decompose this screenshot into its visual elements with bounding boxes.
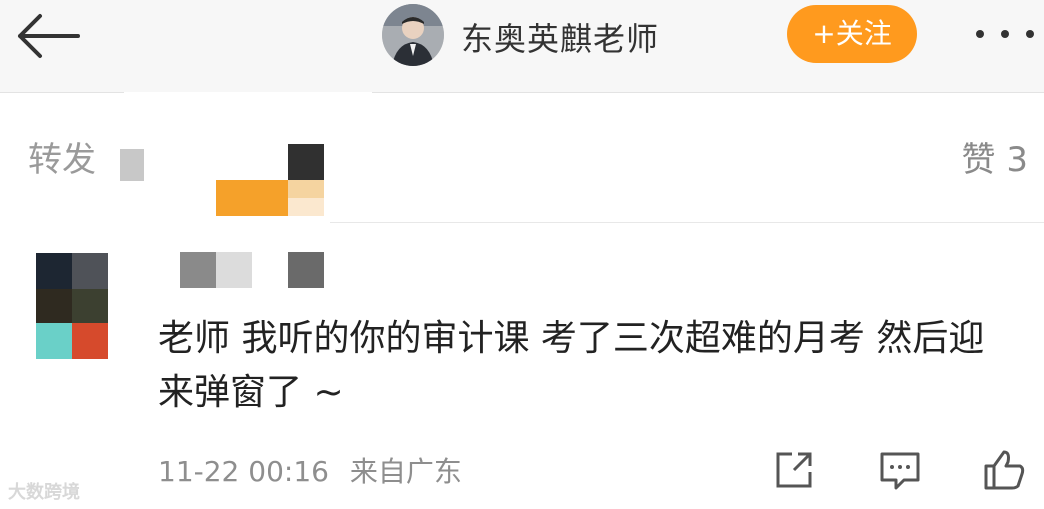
comment-icon: [880, 452, 920, 490]
mosaic-block: [288, 180, 324, 198]
username-mosaic[interactable]: [180, 252, 216, 288]
mosaic-block: [216, 180, 288, 216]
more-button[interactable]: [970, 20, 1040, 48]
more-dots-icon: [976, 30, 1034, 38]
like-icon: [984, 450, 1025, 490]
comment-button[interactable]: [876, 446, 924, 494]
watermark: 大数跨境: [8, 482, 80, 503]
header-overlay-strip: [124, 92, 372, 104]
like-button[interactable]: [980, 446, 1028, 494]
mosaic-block: [288, 198, 324, 216]
top-bar: 东奥英麒老师 +关注: [0, 0, 1044, 93]
mosaic-block: [288, 144, 324, 180]
avatar-mosaic-block: [72, 289, 108, 323]
avatar-mosaic-block: [72, 323, 108, 359]
avatar-mosaic-block: [36, 323, 72, 359]
avatar-mosaic-block: [36, 289, 72, 323]
tab-repost[interactable]: 转发: [28, 132, 96, 181]
avatar-mosaic-block: [36, 253, 72, 289]
follow-button[interactable]: +关注: [787, 5, 917, 63]
comment-meta: 11-22 00:16 来自广东: [158, 450, 474, 490]
back-arrow-icon: [18, 14, 80, 58]
comment-location: 来自广东: [349, 455, 462, 488]
divider: [330, 222, 1044, 223]
comment-date: 11-22 00:16: [158, 455, 329, 488]
share-button[interactable]: [770, 446, 818, 494]
author-avatar[interactable]: [382, 4, 444, 66]
tab-like[interactable]: 赞 3: [962, 132, 1028, 181]
avatar-mosaic-block: [72, 253, 108, 289]
username-mosaic: [216, 252, 252, 288]
share-icon: [776, 452, 812, 488]
comment-text: 老师 我听的你的审计课 考了三次超难的月考 然后迎来弹窗了 ~: [158, 318, 985, 413]
author-name[interactable]: 东奥英麒老师: [461, 14, 659, 60]
avatar-image: [382, 4, 444, 66]
tab-indicator-icon: [116, 145, 144, 181]
username-mosaic: [288, 252, 324, 288]
back-button[interactable]: [10, 8, 86, 64]
commenter-avatar[interactable]: [36, 253, 108, 359]
